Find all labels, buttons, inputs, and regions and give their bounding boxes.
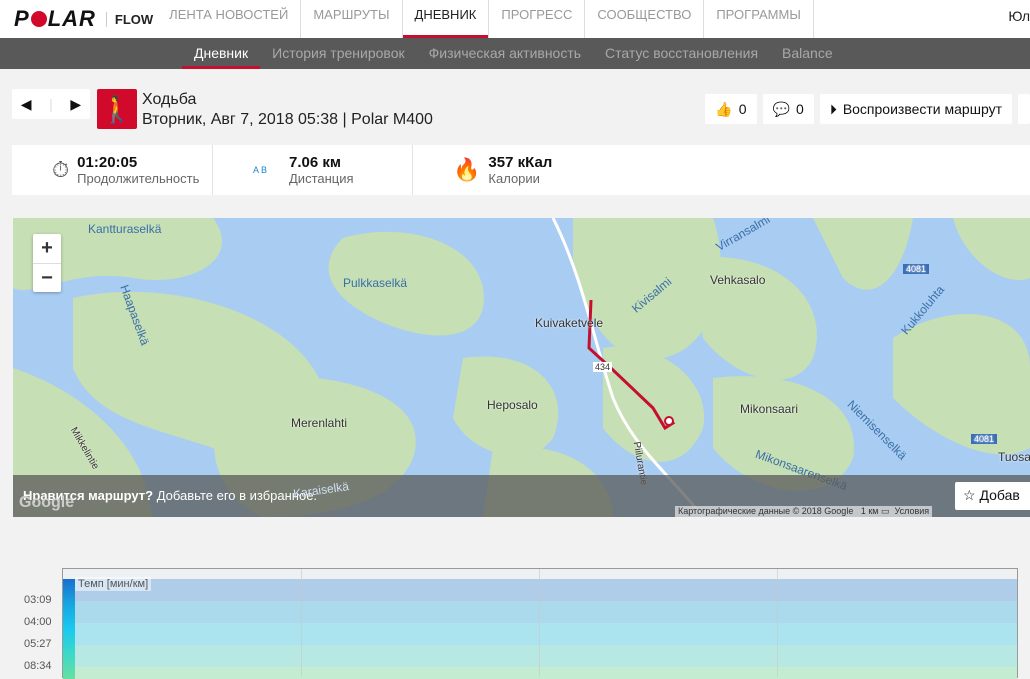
map-zoom-control: + − (33, 234, 61, 292)
nav-progress[interactable]: ПРОГРЕСС (489, 0, 586, 38)
session-pager: ◀ | ▶ (12, 89, 90, 119)
google-logo: Google (19, 494, 75, 511)
map-label: Kantturaselkä (88, 222, 162, 236)
nav-diary[interactable]: ДНЕВНИК (402, 0, 490, 38)
subnav-history[interactable]: История тренировок (260, 38, 416, 69)
stat-distance: A B 7.06 км Дистанция (212, 145, 412, 195)
road-badge: 4081 (971, 434, 998, 444)
chart-label: Темп [мин/км] (75, 577, 152, 591)
subnav-balance[interactable]: Balance (770, 38, 845, 69)
map-attribution: Картографические данные © 2018 Google 1 … (675, 506, 933, 517)
y-tick: 03:09 (24, 594, 52, 606)
terms-link[interactable]: Условия (895, 506, 930, 516)
sub-nav: Дневник История тренировок Физическая ак… (0, 38, 1030, 69)
user-menu[interactable]: Юл (1008, 8, 1030, 24)
stat-calories: 🔥 357 кКал Калории (412, 145, 612, 195)
walking-icon: 🚶 (97, 89, 137, 129)
stats-bar: ⏱ 01:20:05 Продолжительность A B 7.06 км Дис… (12, 145, 1030, 195)
subnav-diary[interactable]: Дневник (182, 38, 261, 69)
stopwatch-icon: ⏱ (52, 157, 70, 182)
subnav-recovery[interactable]: Статус восстановления (593, 38, 770, 69)
session-details: Вторник, Авг 7, 2018 05:38 | Polar M400 (142, 111, 433, 128)
distance-icon: A B (253, 165, 268, 175)
flame-icon: 🔥 (453, 157, 481, 182)
nav-programs[interactable]: ПРОГРАММЫ (704, 0, 814, 38)
y-tick: 04:00 (24, 616, 52, 628)
pace-chart: Темп [мин/км] (62, 568, 1018, 679)
map-label: Mikonsaari (740, 402, 799, 416)
nav-routes[interactable]: МАРШРУТЫ (301, 0, 403, 38)
nav-community[interactable]: СООБЩЕСТВО (585, 0, 705, 38)
map-terrain (13, 218, 1030, 517)
map-label: Vehkasalo (710, 273, 766, 287)
map-label: Pulkkaselkä (343, 276, 408, 290)
map-label: Kuivaketvele (535, 316, 604, 330)
nav-news[interactable]: ЛЕНТА НОВОСТЕЙ (157, 0, 302, 38)
subnav-activity[interactable]: Физическая активность (417, 38, 593, 69)
map-label: Tuosa (998, 450, 1030, 464)
map-label: Heposalo (487, 398, 538, 412)
zoom-out-button[interactable]: − (33, 263, 61, 292)
road-badge: 434 (593, 362, 613, 372)
thumbs-up-icon: 👍 (715, 100, 733, 117)
star-icon: ☆ (963, 487, 976, 503)
replay-route-button[interactable]: ⏵ Воспроизвести маршрут (819, 94, 1012, 124)
y-tick: 08:34 (24, 660, 52, 672)
like-button[interactable]: 👍 0 (705, 94, 757, 124)
prev-arrow-icon[interactable]: ◀ (21, 96, 32, 113)
road-badge: 4081 (903, 264, 930, 274)
play-icon: ⏵ (829, 100, 837, 117)
top-nav: P LAR FLOW ЛЕНТА НОВОСТЕЙ МАРШРУТЫ ДНЕВНИК П… (0, 0, 1030, 38)
add-favorite-button[interactable]: ☆ Добав (955, 482, 1030, 510)
comment-button[interactable]: 💬 0 (762, 94, 814, 124)
next-arrow-icon[interactable]: ▶ (70, 96, 81, 113)
map-label: Merenlahti (291, 416, 348, 430)
route-map[interactable]: Kantturaselkä Pulkkaselkä Haapaselkä Kui… (13, 218, 1030, 517)
zoom-in-button[interactable]: + (33, 234, 61, 263)
more-button[interactable] (1018, 94, 1030, 124)
flow-label: FLOW (105, 11, 153, 27)
comment-icon: 💬 (772, 100, 791, 117)
stat-duration: ⏱ 01:20:05 Продолжительность (52, 154, 200, 186)
polar-logo[interactable]: P LAR (14, 6, 96, 32)
sport-name: Ходьба (142, 91, 197, 108)
y-tick: 05:27 (24, 638, 52, 650)
